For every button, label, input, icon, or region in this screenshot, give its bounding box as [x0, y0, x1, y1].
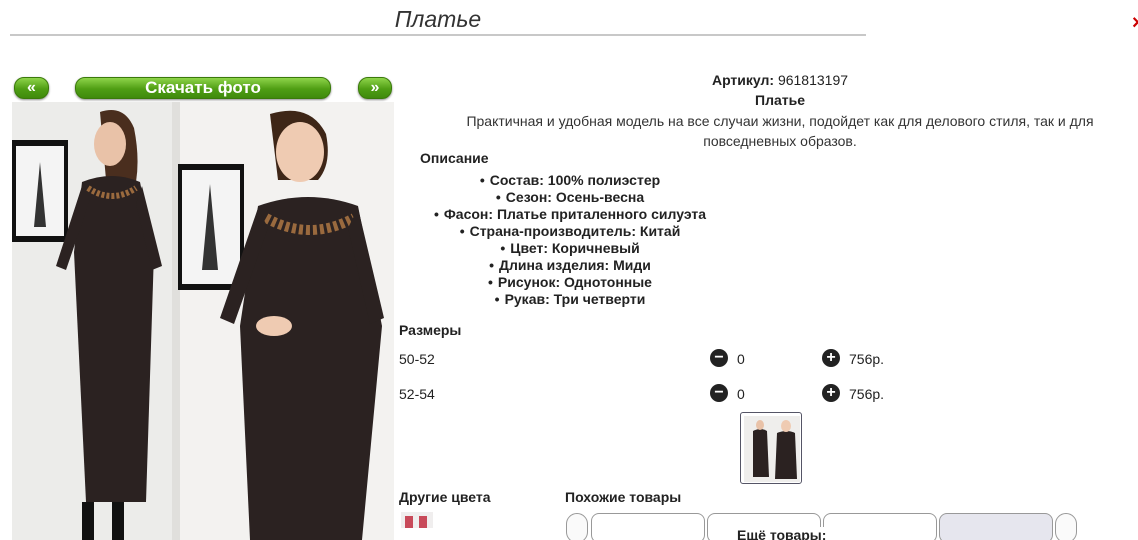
carousel-prev-button[interactable]: [566, 513, 588, 540]
product-photo[interactable]: [12, 102, 394, 540]
quantity-value: 0: [737, 351, 745, 367]
feature-item: Рукав: Три четверти: [420, 291, 720, 308]
article-line: Артикул: 961813197: [420, 72, 1138, 88]
similar-goods-heading: Похожие товары: [565, 489, 682, 505]
product-description: Практичная и удобная модель на все случа…: [466, 113, 1094, 149]
description-heading: Описание: [420, 150, 489, 166]
size-price: 756р.: [849, 386, 885, 402]
other-color-thumbnail[interactable]: [401, 512, 433, 528]
quantity-value: 0: [737, 386, 745, 402]
similar-item[interactable]: [591, 513, 705, 540]
feature-item: Рисунок: Однотонные: [420, 274, 720, 291]
size-label: 52-54: [399, 386, 435, 402]
sizes-heading: Размеры: [399, 322, 462, 338]
similar-item[interactable]: [939, 513, 1053, 540]
feature-item: Страна-производитель: Китай: [420, 223, 720, 240]
feature-item: Длина изделия: Миди: [420, 257, 720, 274]
feature-item: Цвет: Коричневый: [420, 240, 720, 257]
page-title: Платье: [10, 4, 866, 36]
plus-circle-icon[interactable]: +: [822, 349, 840, 367]
close-icon[interactable]: ×: [1132, 12, 1138, 35]
other-colors-heading: Другие цвета: [399, 489, 491, 505]
minus-circle-icon[interactable]: −: [710, 384, 728, 402]
size-row: 50-52 − 0 + 756р.: [399, 349, 1099, 371]
similar-item[interactable]: [823, 513, 937, 540]
product-name: Платье: [755, 92, 805, 108]
next-photo-button[interactable]: »: [358, 77, 392, 99]
download-photo-button[interactable]: Скачать фото: [75, 77, 331, 99]
article-value: 961813197: [777, 72, 849, 88]
feature-list: Состав: 100% полиэстер Сезон: Осень-весн…: [420, 172, 720, 308]
feature-item: Фасон: Платье приталенного силуэта: [420, 206, 720, 223]
photo-thumbnail[interactable]: [740, 412, 802, 484]
prev-photo-button[interactable]: «: [14, 77, 49, 99]
feature-item: Сезон: Осень-весна: [420, 189, 720, 206]
minus-circle-icon[interactable]: −: [710, 349, 728, 367]
size-price: 756р.: [849, 351, 885, 367]
more-goods-label[interactable]: Ещё товары:: [735, 527, 829, 540]
feature-item: Состав: 100% полиэстер: [420, 172, 720, 189]
size-row: 52-54 − 0 + 756р.: [399, 384, 1099, 406]
size-label: 50-52: [399, 351, 435, 367]
carousel-next-button[interactable]: [1055, 513, 1077, 540]
article-label: Артикул:: [711, 72, 775, 88]
plus-circle-icon[interactable]: +: [822, 384, 840, 402]
